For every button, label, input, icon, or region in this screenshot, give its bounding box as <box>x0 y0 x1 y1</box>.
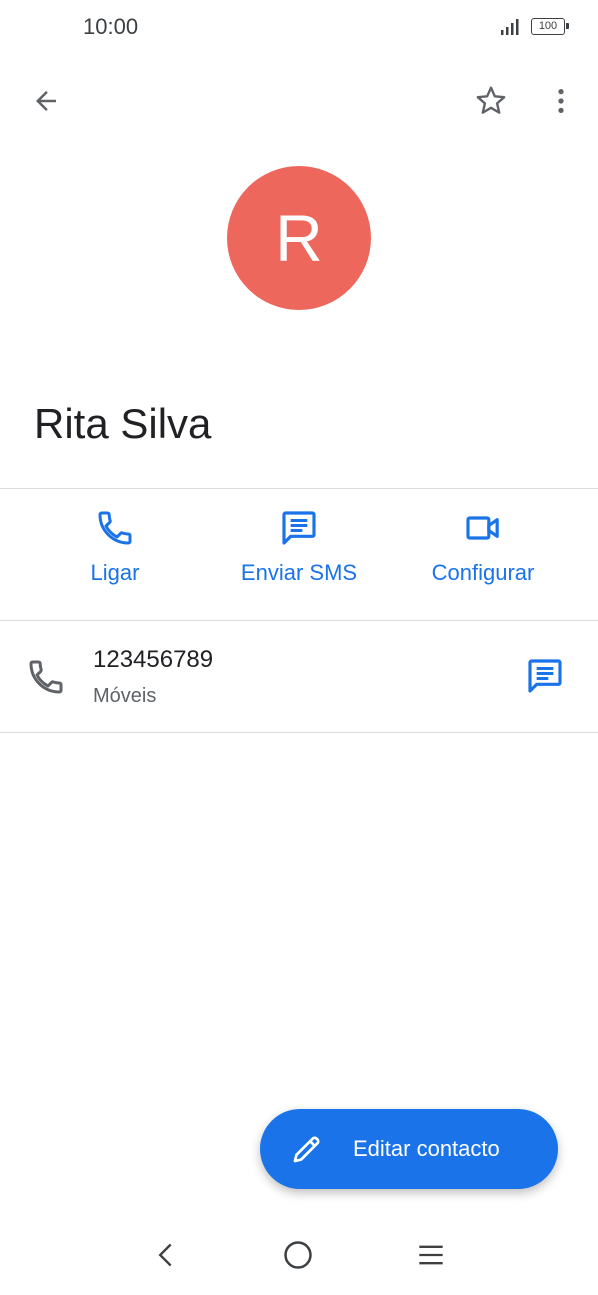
phone-type-label: Móveis <box>93 685 157 707</box>
call-action-label: Ligar <box>90 560 140 585</box>
phone-icon <box>98 511 132 545</box>
battery-level: 100 <box>538 20 558 32</box>
edit-contact-label: Editar contacto <box>353 1136 500 1161</box>
nav-home-icon <box>284 1241 312 1269</box>
signal-icon <box>501 19 519 35</box>
nav-menu-button[interactable] <box>401 1225 461 1285</box>
more-vert-icon <box>558 89 564 113</box>
message-icon <box>528 659 562 693</box>
avatar-initial: R <box>275 201 323 275</box>
call-action-button[interactable]: Ligar <box>25 508 205 608</box>
phone-icon <box>29 660 63 694</box>
divider <box>0 732 598 733</box>
message-icon <box>282 511 316 545</box>
nav-back-button[interactable] <box>136 1225 196 1285</box>
star-outline-icon <box>476 86 506 114</box>
sms-action-label: Enviar SMS <box>240 560 358 585</box>
nav-back-icon <box>158 1243 172 1267</box>
nav-menu-icon <box>419 1245 443 1265</box>
video-action-button[interactable]: Configurar <box>393 508 573 608</box>
phone-entry-row[interactable] <box>0 621 598 732</box>
back-arrow-icon <box>36 91 56 111</box>
contact-name: Rita Silva <box>34 400 212 447</box>
battery-icon: 100 <box>531 18 569 35</box>
status-time: 10:00 <box>83 14 139 39</box>
nav-home-button[interactable] <box>268 1225 328 1285</box>
more-options-button[interactable] <box>537 77 585 125</box>
phone-number: 123456789 <box>93 646 214 673</box>
edit-contact-button[interactable]: Editar contacto <box>260 1109 558 1189</box>
avatar[interactable]: R <box>227 166 371 310</box>
video-action-label: Configurar <box>431 560 535 585</box>
sms-action-button[interactable]: Enviar SMS <box>209 508 389 608</box>
divider <box>0 488 598 489</box>
send-message-button[interactable] <box>521 652 569 700</box>
favorite-button[interactable] <box>467 77 515 125</box>
video-icon <box>466 516 499 540</box>
pencil-icon <box>293 1136 320 1163</box>
back-button[interactable] <box>22 77 70 125</box>
